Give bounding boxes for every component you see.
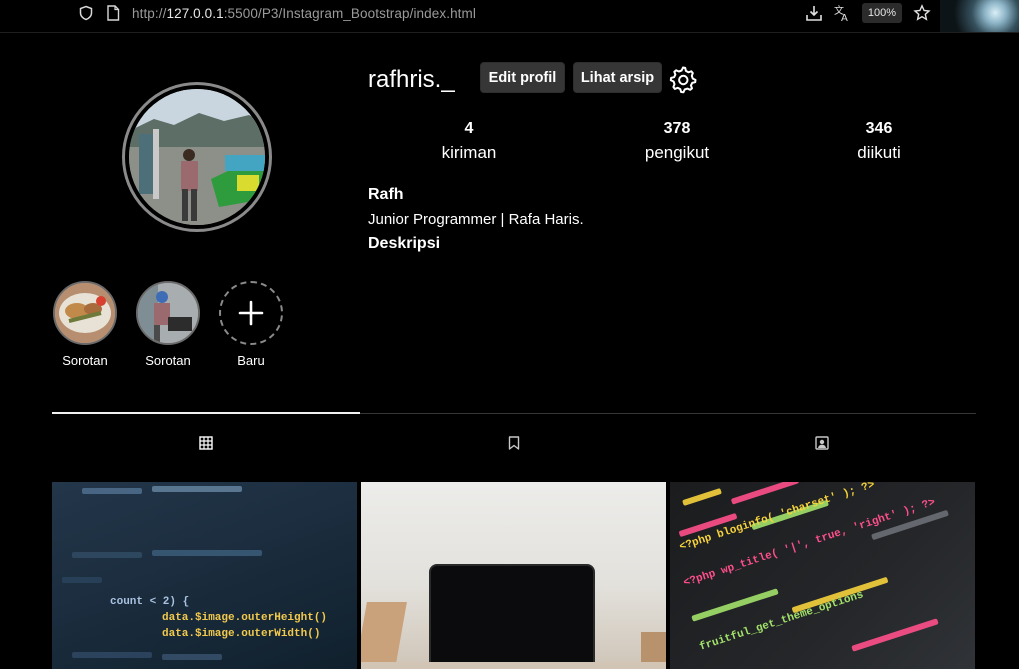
profile-avatar[interactable] bbox=[122, 82, 272, 232]
url-host: 127.0.0.1 bbox=[166, 6, 224, 21]
svg-text:A: A bbox=[841, 13, 848, 22]
edit-profile-button[interactable]: Edit profil bbox=[480, 62, 565, 93]
profile-bio: Junior Programmer | Rafa Haris. bbox=[368, 211, 584, 228]
stat-following-value: 346 bbox=[865, 120, 893, 137]
browser-avatar-art bbox=[940, 0, 1019, 32]
profile-description: Deskripsi bbox=[368, 235, 441, 252]
stat-posts-label: kiriman bbox=[441, 143, 497, 162]
grid-icon[interactable] bbox=[196, 433, 216, 453]
stat-posts-value: 4 bbox=[464, 120, 474, 137]
post-thumbnail[interactable]: <?php bloginfo( 'charset' ); ?> <?php wp… bbox=[670, 482, 975, 669]
post-thumbnail[interactable] bbox=[361, 482, 666, 669]
code-snippet-line: data.$image.outerHeight() bbox=[162, 612, 328, 624]
stat-following[interactable]: 346 diikuti bbox=[809, 120, 949, 163]
plus-icon bbox=[219, 281, 283, 345]
profile-username: rafhris._ bbox=[368, 66, 455, 93]
stat-followers-value: 378 bbox=[663, 120, 691, 137]
shield-icon[interactable] bbox=[77, 4, 95, 22]
code-snippet-line: fruitful_get_theme_options bbox=[698, 589, 866, 654]
code-snippet-line: count < 2) { bbox=[110, 596, 190, 608]
code-snippet-line: data.$image.outerWidth() bbox=[162, 628, 321, 640]
view-archive-button[interactable]: Lihat arsip bbox=[573, 62, 662, 93]
download-icon[interactable] bbox=[805, 4, 823, 22]
browser-toolbar: http://127.0.0.1:5500/P3/Instagram_Boots… bbox=[0, 0, 1019, 33]
bookmark-icon[interactable] bbox=[504, 433, 524, 453]
new-highlight-button[interactable]: Baru bbox=[206, 281, 296, 368]
zoom-level-badge[interactable]: 100% bbox=[862, 3, 902, 23]
highlight-label: Sorotan bbox=[62, 353, 108, 368]
highlight-thumbnail bbox=[136, 281, 200, 345]
highlight-item[interactable]: Sorotan bbox=[123, 281, 213, 368]
avatar-photo bbox=[129, 89, 265, 225]
new-highlight-label: Baru bbox=[237, 353, 265, 368]
url-prefix: http:// bbox=[132, 6, 167, 21]
tagged-icon[interactable] bbox=[812, 433, 832, 453]
stat-following-label: diikuti bbox=[857, 143, 901, 162]
star-icon[interactable] bbox=[913, 4, 931, 22]
page-icon[interactable] bbox=[104, 4, 122, 22]
laptop-shape bbox=[429, 564, 595, 669]
stat-followers[interactable]: 378 pengikut bbox=[607, 120, 747, 163]
highlight-label: Sorotan bbox=[145, 353, 191, 368]
stat-followers-label: pengikut bbox=[644, 143, 710, 162]
translate-icon[interactable]: 文A bbox=[833, 4, 851, 22]
highlight-item[interactable]: Sorotan bbox=[40, 281, 130, 368]
wood-block bbox=[361, 602, 407, 669]
address-bar[interactable]: http://127.0.0.1:5500/P3/Instagram_Boots… bbox=[132, 6, 476, 21]
profile-name: Rafh bbox=[368, 186, 404, 203]
url-path: :5500/P3/Instagram_Bootstrap/index.html bbox=[223, 6, 476, 21]
post-thumbnail[interactable]: count < 2) { data.$image.outerHeight() d… bbox=[52, 482, 357, 669]
settings-gear-icon[interactable] bbox=[668, 64, 698, 94]
stat-posts[interactable]: 4 kiriman bbox=[399, 120, 539, 163]
highlight-thumbnail bbox=[53, 281, 117, 345]
active-tab-indicator bbox=[52, 412, 360, 414]
desk-surface bbox=[361, 662, 666, 669]
